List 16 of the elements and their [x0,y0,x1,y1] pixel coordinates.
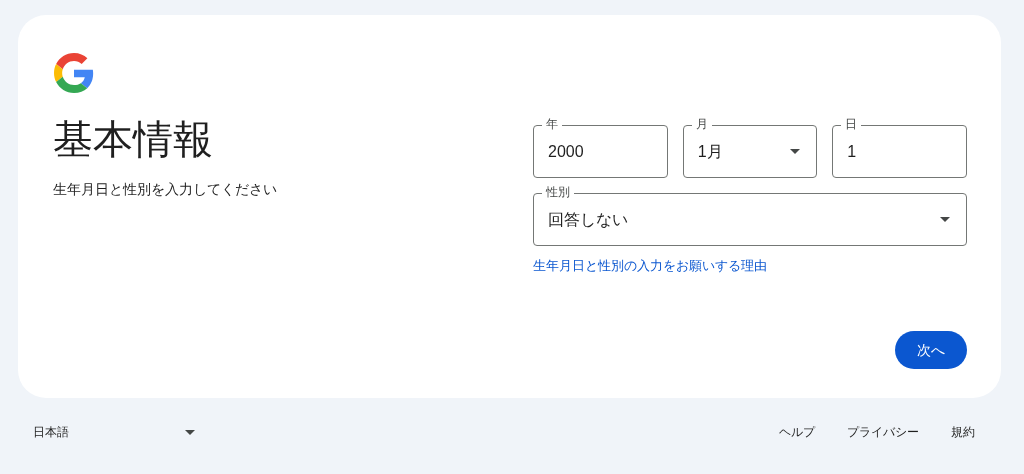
field-label: 性別 [542,184,574,200]
page-title: 基本情報 [53,116,214,163]
field-label: 年 [542,116,562,132]
dropdown-caret-icon [940,217,950,222]
field-label: 月 [691,116,712,132]
dropdown-caret-icon [185,429,195,435]
field-label: 日 [841,116,862,132]
footer-link[interactable]: プライバシー [833,419,933,445]
google-g-logo-icon [54,53,94,93]
language-select[interactable]: 日本語 [30,419,195,445]
next-button[interactable]: 次へ [895,331,967,369]
help-link[interactable]: 生年月日と性別の入力をお願いする理由 [533,256,967,276]
footer-link[interactable]: ヘルプ [765,419,829,445]
footer-link[interactable]: 規約 [937,419,989,445]
page-subtitle: 生年月日と性別を入力してください [53,180,278,199]
dropdown-caret-icon [790,149,801,154]
